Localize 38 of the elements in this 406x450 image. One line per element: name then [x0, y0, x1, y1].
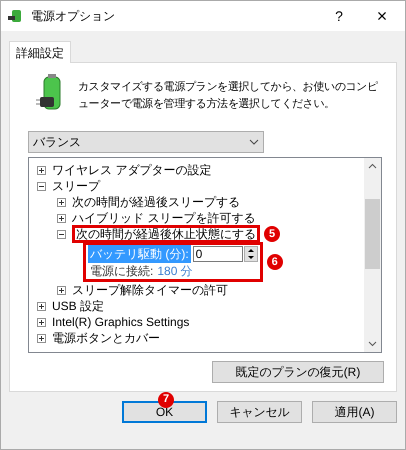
expand-icon[interactable]: [37, 334, 46, 342]
tree-item[interactable]: Intel(R) Graphics Settings: [52, 313, 190, 331]
dialog-button[interactable]: キャンセル: [217, 401, 302, 423]
dialog-button[interactable]: OK: [122, 401, 207, 423]
minutes-input[interactable]: 0: [192, 246, 243, 262]
expand-icon[interactable]: [37, 166, 46, 174]
description-text: カスタマイズする電源プランを選択してから、お使いのコンピューターで電源を管理する方法を選択してください。: [78, 80, 379, 112]
plan-dropdown[interactable]: バランス: [28, 131, 264, 153]
tree-item[interactable]: 次の時間が経過後スリープする: [72, 193, 240, 211]
chevron-down-icon: [249, 139, 259, 145]
window-title: 電源オプション: [31, 8, 115, 25]
close-button[interactable]: ×: [359, 1, 405, 31]
tree-item[interactable]: スリープ解除タイマーの許可: [72, 281, 228, 299]
step-number-badge: 5: [264, 226, 280, 242]
collapse-icon[interactable]: [57, 230, 66, 238]
tree-item[interactable]: 電源ボタンとカバー: [52, 329, 160, 347]
scroll-thumb[interactable]: [365, 199, 380, 269]
expand-icon[interactable]: [37, 302, 46, 310]
tree-item[interactable]: USB 設定: [52, 297, 104, 315]
collapse-icon[interactable]: [37, 182, 46, 190]
expand-icon[interactable]: [37, 318, 46, 326]
up-arrow-icon: [248, 248, 254, 252]
setting-label[interactable]: 電源に接続:: [88, 262, 156, 280]
step-number-badge: 6: [266, 254, 283, 270]
expand-icon[interactable]: [57, 286, 66, 294]
help-button[interactable]: ?: [319, 1, 359, 31]
tree-item[interactable]: ワイヤレス アダプターの設定: [52, 161, 212, 179]
tab[interactable]: 詳細設定: [9, 41, 71, 63]
setting-value[interactable]: 180 分: [157, 262, 193, 280]
tree-item[interactable]: ハイブリッド スリープを許可する: [72, 209, 256, 227]
expand-icon[interactable]: [57, 214, 66, 222]
spin-buttons[interactable]: [244, 246, 258, 262]
restore-defaults-button[interactable]: 既定のプランの復元(R): [212, 361, 384, 383]
expand-icon[interactable]: [57, 198, 66, 206]
down-arrow-icon: [248, 256, 254, 258]
tree-item[interactable]: スリープ: [52, 177, 100, 195]
scrollbar[interactable]: [364, 158, 381, 352]
dialog-button[interactable]: 適用(A): [312, 401, 397, 423]
